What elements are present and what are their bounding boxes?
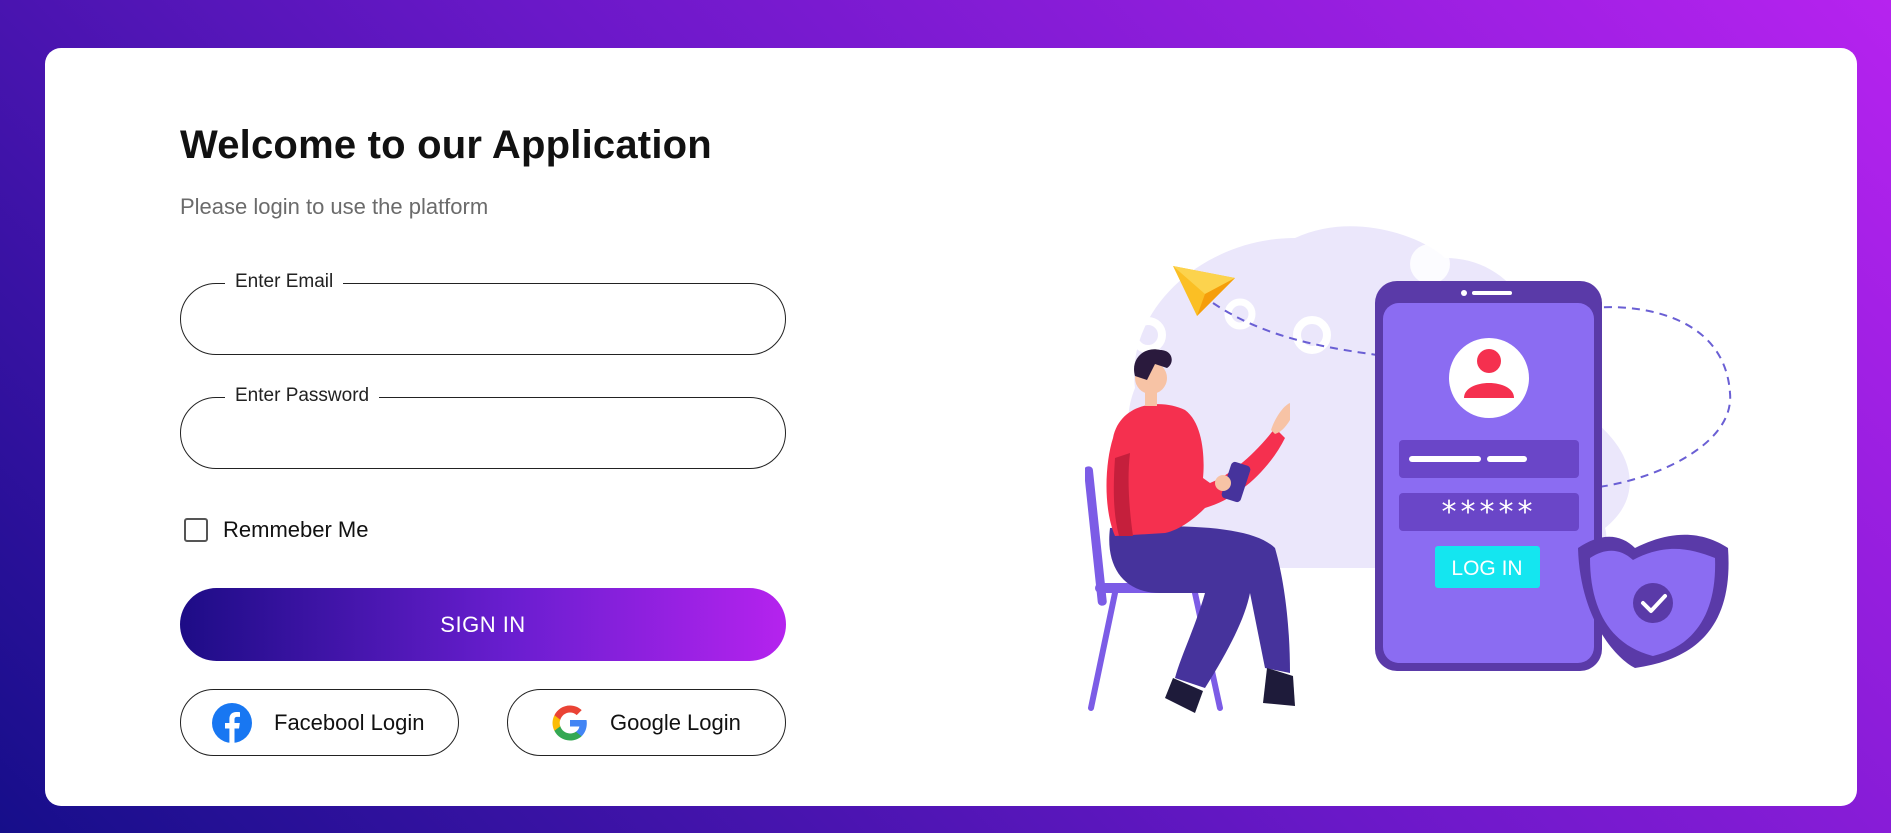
remember-me-checkbox[interactable]: [184, 518, 208, 542]
google-login-label: Google Login: [610, 709, 741, 735]
facebook-login-label: Facebool Login: [274, 709, 425, 735]
page-subtitle: Please login to use the platform: [180, 194, 489, 219]
email-field[interactable]: Enter Email: [180, 270, 786, 355]
google-icon: [550, 703, 590, 743]
sign-in-button[interactable]: SIGN IN: [180, 588, 786, 661]
password-mask: *****: [1442, 495, 1537, 530]
login-card: Welcome to our Application Please login …: [45, 48, 1857, 806]
facebook-login-button[interactable]: Facebool Login: [180, 689, 459, 756]
email-input[interactable]: [211, 302, 755, 338]
page-title: Welcome to our Application: [180, 123, 712, 167]
email-field-label: Enter Email: [225, 270, 344, 294]
login-illustration: ***** LOG IN: [1085, 226, 1785, 713]
google-login-button[interactable]: Google Login: [507, 689, 786, 756]
bubble-decoration: [1410, 244, 1450, 284]
phone-illustration: ***** LOG IN: [1375, 281, 1602, 671]
password-field[interactable]: Enter Password: [180, 384, 786, 469]
remember-me-row[interactable]: Remmeber Me: [184, 517, 368, 543]
phone-login-label: LOG IN: [1451, 557, 1522, 580]
password-input[interactable]: [211, 416, 755, 452]
password-field-label: Enter Password: [225, 384, 380, 408]
remember-me-label[interactable]: Remmeber Me: [223, 517, 368, 543]
facebook-icon: [212, 702, 252, 743]
